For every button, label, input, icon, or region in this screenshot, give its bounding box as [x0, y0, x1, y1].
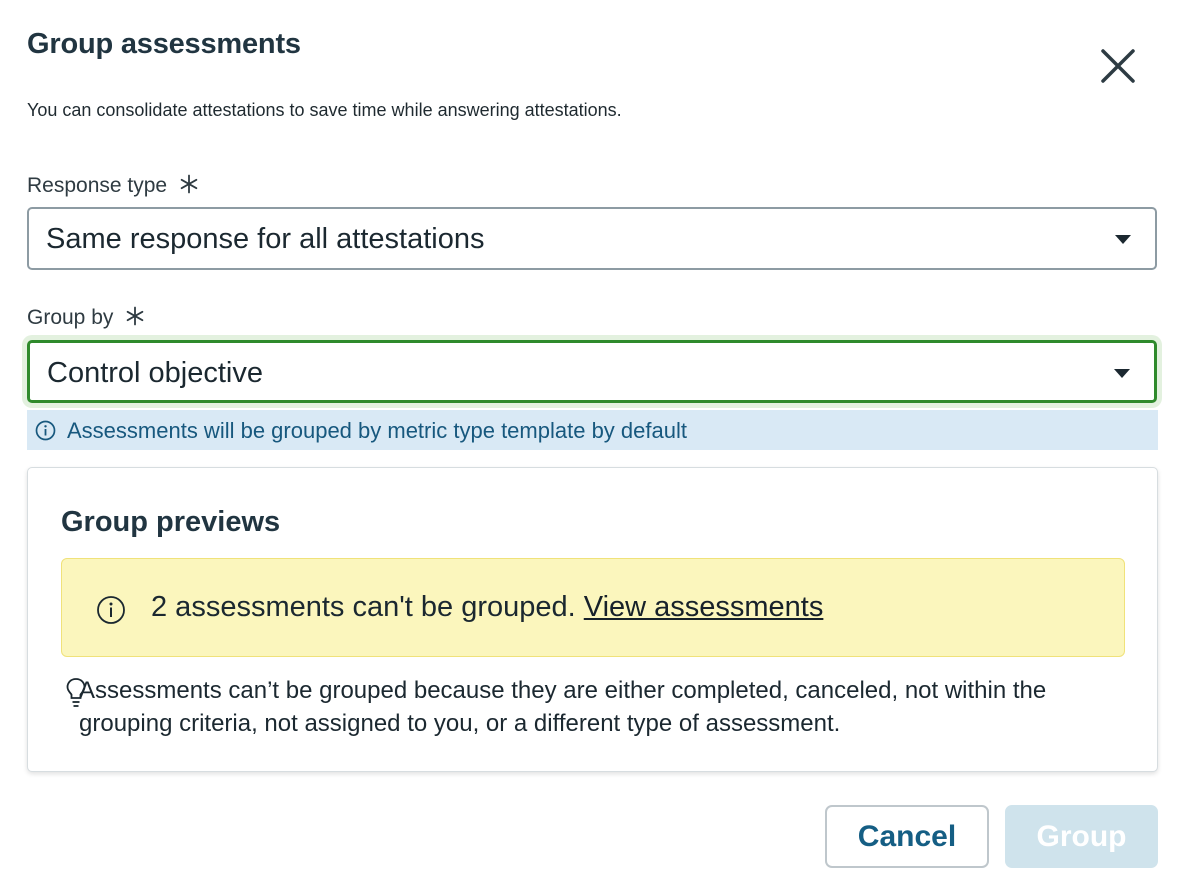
- info-icon: [35, 420, 56, 446]
- view-assessments-link[interactable]: View assessments: [584, 591, 824, 623]
- asterisk-icon: [125, 306, 145, 332]
- dialog-title: Group assessments: [27, 28, 301, 60]
- ungrouped-warning: 2 assessments can't be grouped. View ass…: [61, 558, 1125, 657]
- chevron-down-icon: [1115, 235, 1131, 244]
- response-type-value: Same response for all attestations: [46, 223, 485, 255]
- response-type-label: Response type: [27, 174, 199, 200]
- cancel-button[interactable]: Cancel: [825, 805, 989, 868]
- group-previews-title: Group previews: [61, 506, 281, 538]
- asterisk-icon: [179, 174, 199, 200]
- hint-text: Assessments can’t be grouped because the…: [79, 677, 1047, 737]
- dialog-subtitle: You can consolidate attestations to save…: [27, 100, 622, 120]
- group-by-select[interactable]: Control objective: [27, 340, 1157, 403]
- info-icon: [96, 595, 126, 630]
- info-text: Assessments will be grouped by metric ty…: [67, 418, 687, 443]
- group-previews-card: Group previews 2 assessments can't be gr…: [27, 467, 1158, 772]
- group-by-label-text: Group by: [27, 306, 114, 329]
- warning-text: 2 assessments can't be grouped.: [151, 591, 576, 623]
- group-by-info-message: Assessments will be grouped by metric ty…: [27, 410, 1158, 450]
- close-button[interactable]: [1094, 42, 1142, 90]
- group-by-label: Group by: [27, 306, 145, 332]
- response-type-select[interactable]: Same response for all attestations: [27, 207, 1157, 270]
- close-icon: [1101, 49, 1135, 83]
- chevron-down-icon: [1114, 369, 1130, 378]
- group-button[interactable]: Group: [1005, 805, 1158, 868]
- warning-message: 2 assessments can't be grouped. View ass…: [151, 591, 823, 624]
- group-by-value: Control objective: [47, 357, 263, 389]
- response-type-label-text: Response type: [27, 174, 168, 197]
